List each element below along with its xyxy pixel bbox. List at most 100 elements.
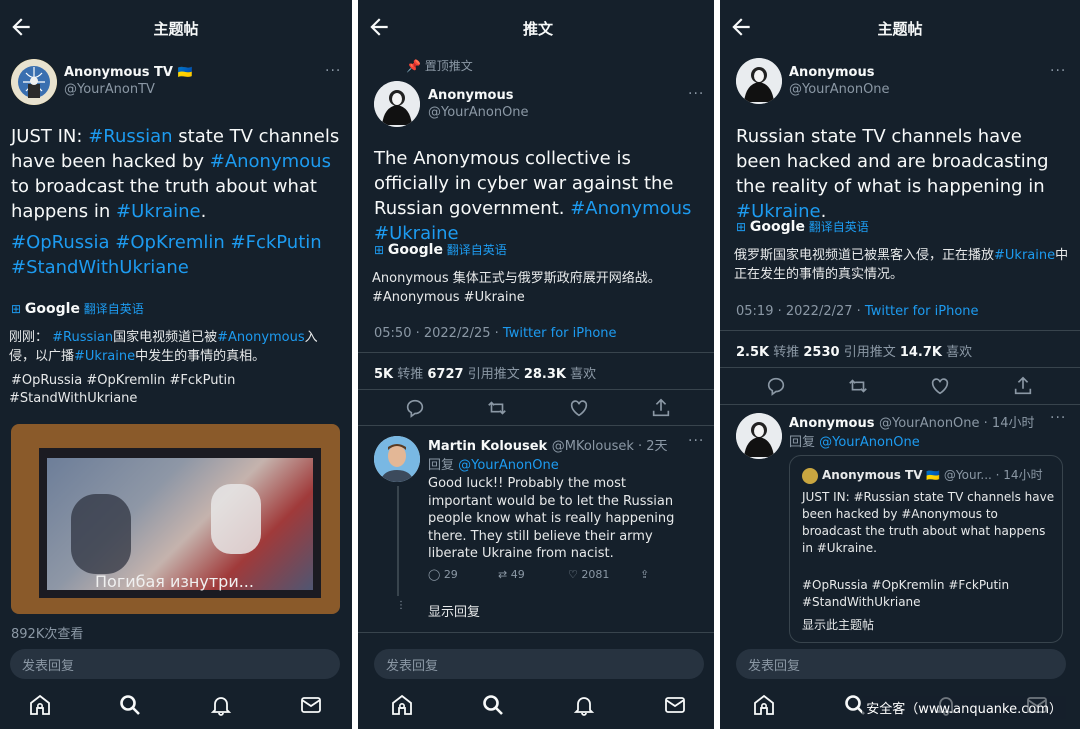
- hashtag-link[interactable]: #Anonymous: [210, 151, 331, 172]
- home-icon[interactable]: [390, 693, 414, 717]
- tweet-text: Russian state TV channels have been hack…: [736, 126, 1049, 222]
- tweet-text: JUST IN: #Russian state TV channels have…: [11, 126, 340, 222]
- video-thumbnail[interactable]: Погибая изнутри...: [11, 424, 340, 614]
- share-icon[interactable]: [650, 397, 672, 419]
- quote-text: JUST IN: #Russian state TV channels have…: [802, 490, 1055, 555]
- quoted-tweet[interactable]: Anonymous TV 🇺🇦 @Your... · 14小时 JUST IN:…: [789, 455, 1063, 643]
- engagement-stats[interactable]: 2.5K 转推 2530 引用推文 14.7K 喜欢: [736, 341, 972, 360]
- panel-pinned-tweet: 推文 📌 置顶推文 Anonymous @YourAnonOne ··· The…: [358, 0, 718, 729]
- like-icon[interactable]: [568, 397, 590, 419]
- reply-input[interactable]: 发表回复: [374, 649, 704, 679]
- reply-to[interactable]: 回复 @YourAnonOne: [428, 454, 559, 473]
- divider: [358, 632, 718, 633]
- timestamp: 05:50 · 2022/2/25 · Twitter for iPhone: [374, 326, 617, 341]
- author-handle[interactable]: @YourAnonOne: [789, 82, 890, 97]
- avatar[interactable]: [11, 59, 57, 105]
- avatar[interactable]: [374, 436, 420, 482]
- share-icon[interactable]: ⇪: [640, 568, 649, 581]
- reply-icon[interactable]: [404, 397, 426, 419]
- notifications-icon[interactable]: [572, 693, 596, 717]
- pinned-label: 📌 置顶推文: [406, 59, 473, 73]
- watermark: 安全客（www.anquanke.com）: [862, 696, 1066, 719]
- like-icon[interactable]: ♡ 2081: [568, 568, 609, 581]
- divider: [358, 425, 718, 426]
- top-bar: 主题帖: [0, 0, 352, 56]
- translated-hashtags[interactable]: #OpRussia #OpKremlin #FckPutin: [11, 371, 235, 390]
- more-dots: ⋮: [396, 600, 406, 611]
- avatar[interactable]: [736, 413, 782, 459]
- reply-input[interactable]: 发表回复: [10, 649, 340, 679]
- tweet-actions: [358, 393, 718, 423]
- more-icon[interactable]: ···: [325, 63, 341, 79]
- divider: [720, 367, 1080, 368]
- search-icon[interactable]: [118, 693, 142, 717]
- hashtags-line[interactable]: #OpRussia #OpKremlin #FckPutin: [11, 230, 322, 255]
- messages-icon[interactable]: [663, 693, 687, 717]
- video-caption: Погибая изнутри...: [95, 572, 254, 591]
- home-icon[interactable]: [28, 693, 52, 717]
- quote-author: Anonymous TV 🇺🇦 @Your... · 14小时: [822, 468, 1043, 482]
- more-icon[interactable]: ···: [1050, 63, 1066, 79]
- search-icon[interactable]: [481, 693, 505, 717]
- like-icon[interactable]: [929, 375, 951, 397]
- divider: [358, 352, 718, 353]
- retweet-icon[interactable]: [486, 397, 508, 419]
- page-title: 主题帖: [153, 20, 199, 38]
- reply-icon[interactable]: [765, 375, 787, 397]
- translated-hashtags[interactable]: #StandWithUkriane: [9, 389, 137, 408]
- translated-hashtags[interactable]: #Anonymous #Ukraine: [372, 288, 525, 307]
- retweet-icon[interactable]: [847, 375, 869, 397]
- hashtag-link[interactable]: #Ukraine: [116, 201, 201, 222]
- top-bar: 主题帖: [720, 0, 1080, 56]
- avatar[interactable]: [374, 81, 420, 127]
- timestamp: 05:19 · 2022/2/27 · Twitter for iPhone: [736, 304, 979, 319]
- engagement-stats[interactable]: 5K 转推 6727 引用推文 28.3K 喜欢: [374, 363, 596, 382]
- top-bar: 推文: [358, 0, 718, 56]
- thread-line: [397, 486, 399, 596]
- author-name[interactable]: Anonymous: [428, 88, 513, 103]
- google-translate-row[interactable]: ⊞ Google 翻译自英语: [374, 241, 507, 258]
- bottom-navigation: [358, 683, 718, 729]
- tweet-actions: [720, 371, 1080, 401]
- reply-author[interactable]: Martin Kolousek @MKolousek · 2天: [428, 435, 668, 454]
- show-thread-link[interactable]: 显示此主题帖: [802, 617, 874, 634]
- divider: [720, 330, 1080, 331]
- hashtags-line[interactable]: #StandWithUkriane: [11, 255, 189, 280]
- author-name[interactable]: Anonymous: [789, 65, 874, 80]
- page-title: 推文: [522, 20, 553, 38]
- more-icon[interactable]: ···: [1050, 410, 1066, 426]
- hashtag-link[interactable]: #Russian: [88, 126, 172, 147]
- author-name[interactable]: Anonymous TV 🇺🇦: [64, 65, 192, 80]
- author-handle[interactable]: @YourAnonTV: [64, 82, 155, 97]
- panel-thread-anonymous-tv: 主题帖 Anonymous TV 🇺🇦 @YourAnonTV ··· JUST…: [0, 0, 352, 729]
- bottom-navigation: [0, 683, 352, 729]
- share-icon[interactable]: [1012, 375, 1034, 397]
- divider: [358, 389, 718, 390]
- messages-icon[interactable]: [299, 693, 323, 717]
- reply-actions: ◯ 29 ⇄ 49 ♡ 2081 ⇪: [428, 568, 688, 586]
- author-handle[interactable]: @YourAnonOne: [428, 105, 529, 120]
- more-icon[interactable]: ···: [688, 433, 704, 449]
- page-title: 主题帖: [877, 20, 923, 38]
- translated-text: Anonymous 集体正式与俄罗斯政府展开网络战。: [372, 271, 661, 286]
- translated-text: 刚刚： #Russian国家电视频道已被#Anonymous入侵，以广播#Ukr…: [9, 330, 318, 364]
- notifications-icon[interactable]: [209, 693, 233, 717]
- reply-input[interactable]: 发表回复: [736, 649, 1066, 679]
- avatar[interactable]: [736, 58, 782, 104]
- show-replies-link[interactable]: 显示回复: [428, 603, 480, 622]
- reply-author[interactable]: Anonymous @YourAnonOne · 14小时: [789, 412, 1034, 431]
- reply-icon[interactable]: ◯ 29: [428, 568, 458, 581]
- home-icon[interactable]: [752, 693, 776, 717]
- google-translate-icon: ⊞: [11, 302, 22, 316]
- google-translate-icon: ⊞: [736, 220, 747, 234]
- google-translate-icon: ⊞: [374, 243, 385, 257]
- retweet-icon[interactable]: ⇄ 49: [498, 568, 525, 581]
- google-translate-row[interactable]: ⊞ Google 翻译自英语: [736, 218, 869, 235]
- divider: [720, 404, 1080, 405]
- more-icon[interactable]: ···: [688, 86, 704, 102]
- avatar: [802, 468, 818, 484]
- reply-to[interactable]: 回复 @YourAnonOne: [789, 431, 920, 450]
- view-count: 892K次查看: [11, 627, 84, 642]
- google-translate-row[interactable]: ⊞ Google 翻译自英语: [11, 300, 144, 317]
- pin-icon: 📌: [406, 59, 421, 73]
